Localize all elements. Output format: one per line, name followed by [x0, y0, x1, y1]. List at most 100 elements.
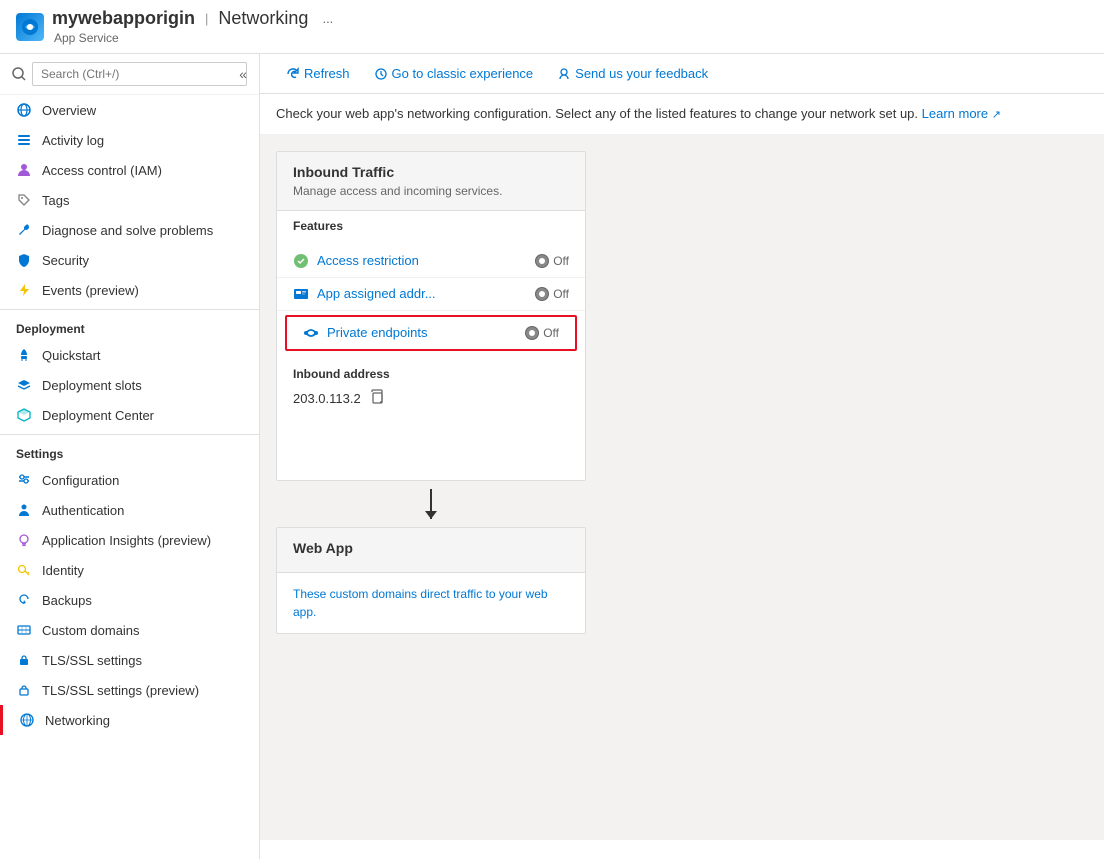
- layers-icon: [16, 377, 32, 393]
- settings-section-label: Settings: [0, 434, 259, 465]
- webapp-title: Web App: [293, 540, 569, 556]
- sidebar-item-backups[interactable]: Backups: [0, 585, 259, 615]
- sidebar-item-networking[interactable]: Networking: [0, 705, 259, 735]
- arrow-connector: [276, 481, 586, 527]
- feature-row-access-restriction[interactable]: Access restriction Off: [277, 245, 585, 278]
- webapp-body: These custom domains direct traffic to y…: [277, 573, 585, 633]
- app-assigned-addr-status-text: Off: [553, 287, 569, 301]
- feedback-button[interactable]: Send us your feedback: [547, 62, 718, 85]
- sidebar-item-custom-domains[interactable]: Custom domains: [0, 615, 259, 645]
- sidebar-item-access-control-label: Access control (IAM): [42, 163, 162, 178]
- app-assigned-addr-status: Off: [535, 287, 569, 301]
- main-content: Inbound Traffic Manage access and incomi…: [260, 135, 1104, 840]
- sidebar-item-configuration[interactable]: Configuration: [0, 465, 259, 495]
- webapp-description: These custom domains direct traffic to y…: [293, 585, 569, 621]
- sidebar-item-diagnose[interactable]: Diagnose and solve problems: [0, 215, 259, 245]
- app-addr-icon: [293, 286, 309, 302]
- inbound-address-text: 203.0.113.2: [293, 391, 361, 406]
- sidebar-item-security[interactable]: Security: [0, 245, 259, 275]
- main-layout: « Overview Activity log Access control (…: [0, 54, 1104, 859]
- refresh-button[interactable]: Refresh: [276, 62, 360, 85]
- sidebar-item-overview[interactable]: Overview: [0, 95, 259, 125]
- sidebar-collapse-button[interactable]: «: [239, 66, 247, 82]
- private-endpoints-highlight-box: Private endpoints Off: [285, 315, 577, 351]
- sidebar-item-access-control[interactable]: Access control (IAM): [0, 155, 259, 185]
- endpoints-icon: [303, 325, 319, 341]
- shield-icon: [16, 252, 32, 268]
- globe-icon: [16, 102, 32, 118]
- private-endpoints-status: Off: [525, 326, 559, 340]
- sidebar-item-events-label: Events (preview): [42, 283, 139, 298]
- sidebar-item-quickstart[interactable]: Quickstart: [0, 340, 259, 370]
- copy-address-button[interactable]: [369, 389, 385, 408]
- access-restriction-name: Access restriction: [293, 253, 535, 269]
- backup-icon: [16, 592, 32, 608]
- sidebar-item-activity-log[interactable]: Activity log: [0, 125, 259, 155]
- external-link-icon: ↗: [992, 109, 1001, 121]
- sidebar-item-tls-ssl[interactable]: TLS/SSL settings: [0, 645, 259, 675]
- sidebar-item-deployment-slots[interactable]: Deployment slots: [0, 370, 259, 400]
- sidebar-item-tags[interactable]: Tags: [0, 185, 259, 215]
- search-icon: [12, 67, 26, 81]
- sidebar-item-deployment-slots-label: Deployment slots: [42, 378, 142, 393]
- feature-row-app-assigned-addr[interactable]: App assigned addr... Off: [277, 278, 585, 311]
- tag-icon: [16, 192, 32, 208]
- person2-icon: [16, 502, 32, 518]
- card-spacer: [277, 420, 585, 480]
- classic-experience-button[interactable]: Go to classic experience: [364, 62, 544, 85]
- deployment-section-label: Deployment: [0, 309, 259, 340]
- sidebar-item-tls-ssl-preview-label: TLS/SSL settings (preview): [42, 683, 199, 698]
- private-endpoints-name: Private endpoints: [303, 325, 525, 341]
- network-icon: [19, 712, 35, 728]
- sidebar-item-custom-domains-label: Custom domains: [42, 623, 140, 638]
- webapp-card: Web App These custom domains direct traf…: [276, 527, 586, 634]
- sidebar-item-identity-label: Identity: [42, 563, 84, 578]
- app-assigned-addr-label: App assigned addr...: [317, 286, 436, 301]
- access-restriction-status-dot: [535, 254, 549, 268]
- inbound-address-section: Inbound address 203.0.113.2: [277, 355, 585, 420]
- inbound-address-value-row: 203.0.113.2: [293, 389, 569, 408]
- list-icon: [16, 132, 32, 148]
- classic-icon: [374, 67, 388, 81]
- more-options-icon[interactable]: ...: [322, 11, 333, 26]
- private-endpoints-status-dot: [525, 326, 539, 340]
- sidebar-item-authentication-label: Authentication: [42, 503, 124, 518]
- person-icon: [16, 162, 32, 178]
- down-arrow-icon: [430, 489, 432, 519]
- sidebar-item-configuration-label: Configuration: [42, 473, 119, 488]
- inbound-traffic-header: Inbound Traffic Manage access and incomi…: [277, 152, 585, 211]
- inbound-traffic-card: Inbound Traffic Manage access and incomi…: [276, 151, 586, 481]
- sidebar-item-tls-ssl-preview[interactable]: TLS/SSL settings (preview): [0, 675, 259, 705]
- domain-icon: [16, 622, 32, 638]
- access-icon: [293, 253, 309, 269]
- sidebar-item-authentication[interactable]: Authentication: [0, 495, 259, 525]
- page-title: Networking: [218, 8, 308, 29]
- private-endpoints-label: Private endpoints: [327, 325, 427, 340]
- sidebar-item-app-insights[interactable]: Application Insights (preview): [0, 525, 259, 555]
- access-restriction-label: Access restriction: [317, 253, 419, 268]
- inbound-address-label: Inbound address: [293, 367, 569, 381]
- sidebar-item-security-label: Security: [42, 253, 89, 268]
- wrench-icon: [16, 222, 32, 238]
- content-area: Refresh Go to classic experience Send us…: [260, 54, 1104, 859]
- private-endpoints-status-text: Off: [543, 326, 559, 340]
- learn-more-link[interactable]: Learn more ↗: [922, 106, 1001, 121]
- sidebar-item-identity[interactable]: Identity: [0, 555, 259, 585]
- sidebar-item-deployment-center[interactable]: Deployment Center: [0, 400, 259, 430]
- sidebar-item-diagnose-label: Diagnose and solve problems: [42, 223, 213, 238]
- features-label: Features: [277, 211, 585, 237]
- lock-icon: [16, 652, 32, 668]
- cube-icon: [16, 407, 32, 423]
- access-restriction-status-text: Off: [553, 254, 569, 268]
- app-assigned-addr-name: App assigned addr...: [293, 286, 535, 302]
- app-assigned-addr-status-dot: [535, 287, 549, 301]
- sidebar-item-quickstart-label: Quickstart: [42, 348, 101, 363]
- header-separator: |: [205, 11, 208, 26]
- bulb-icon: [16, 532, 32, 548]
- sidebar: « Overview Activity log Access control (…: [0, 54, 260, 859]
- sidebar-item-overview-label: Overview: [42, 103, 96, 118]
- sidebar-search-container: «: [0, 54, 259, 95]
- sidebar-item-events[interactable]: Events (preview): [0, 275, 259, 305]
- feature-row-private-endpoints[interactable]: Private endpoints Off: [287, 317, 575, 349]
- search-input[interactable]: [32, 62, 247, 86]
